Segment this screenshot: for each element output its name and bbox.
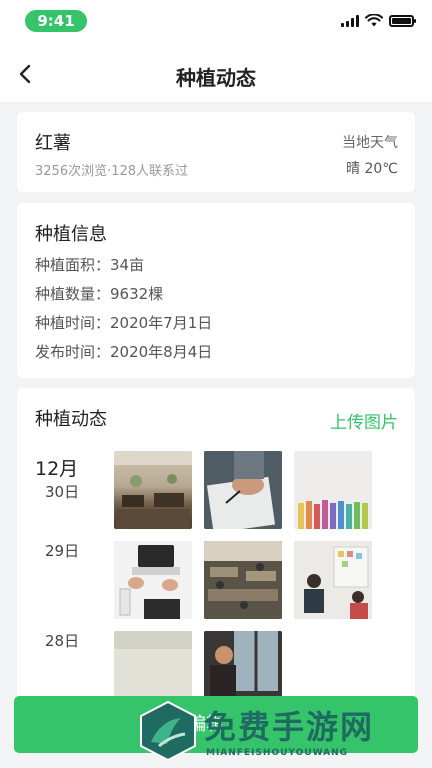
nav-bar: 种植动态	[0, 44, 432, 102]
weather-value: 晴 20℃	[346, 161, 398, 177]
dynamics-card: 种植动态 上传图片 12月 30日 29日 28日	[17, 388, 415, 708]
photo-colored-pencils[interactable]	[294, 451, 372, 529]
month-label: 12月	[35, 458, 79, 480]
photo-laptop-hands[interactable]	[114, 541, 192, 619]
photo-writing-desk[interactable]	[204, 451, 282, 529]
watermark-logo-icon	[140, 700, 196, 762]
info-list: 种植面积：34亩 种植数量：9632棵 种植时间：2020年7月1日 发布时间：…	[35, 255, 212, 371]
photo-whiteboard-meeting[interactable]	[294, 541, 372, 619]
day-label-28: 28日	[45, 632, 80, 650]
upload-photos-link[interactable]: 上传图片	[330, 408, 398, 433]
info-row-area: 种植面积：34亩	[35, 256, 145, 274]
status-time: 9:41	[25, 10, 87, 32]
crop-card: 红薯 3256次浏览·128人联系过 当地天气 晴 20℃	[17, 112, 415, 192]
planting-info-card: 种植信息 种植面积：34亩 种植数量：9632棵 种植时间：2020年7月1日 …	[17, 203, 415, 378]
status-bar: 9:41	[0, 0, 432, 44]
crop-stats: 3256次浏览·128人联系过	[35, 164, 189, 179]
photo-office-lounge[interactable]	[114, 451, 192, 529]
day-label-30: 30日	[45, 483, 80, 501]
crop-name: 红薯	[35, 133, 71, 154]
page-title: 种植动态	[176, 66, 256, 90]
status-icons	[341, 14, 416, 27]
watermark-subtitle: MIANFEISHOUYOUWANG	[206, 748, 348, 758]
weather-label: 当地天气	[342, 135, 398, 151]
photo-coworking-space[interactable]	[204, 541, 282, 619]
info-row-publish-date: 发布时间：2020年8月4日	[35, 343, 213, 361]
signal-icon	[341, 14, 359, 27]
wifi-icon	[365, 14, 383, 27]
battery-icon	[389, 14, 416, 27]
watermark-title: 免费手游网	[204, 708, 375, 746]
section-title-dynamics: 种植动态	[35, 409, 107, 430]
info-row-plant-date: 种植时间：2020年7月1日	[35, 314, 213, 332]
info-row-quantity: 种植数量：9632棵	[35, 285, 164, 303]
section-title-info: 种植信息	[35, 224, 107, 245]
day-label-29: 29日	[45, 542, 80, 560]
